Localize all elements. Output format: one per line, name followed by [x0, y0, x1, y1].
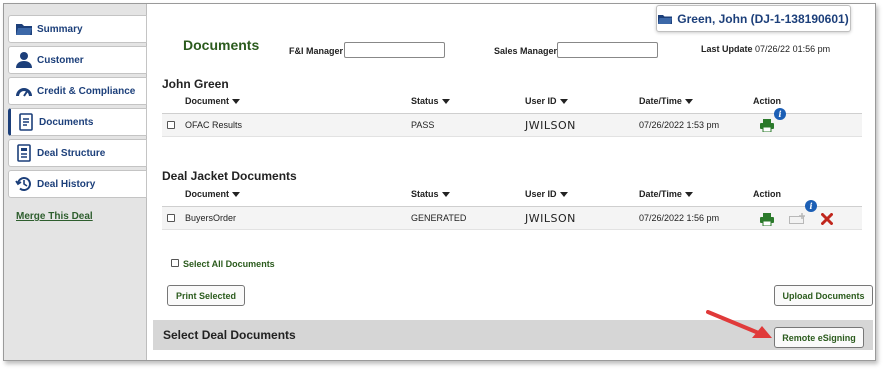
column-action: Action [753, 189, 781, 199]
sort-caret-icon [684, 99, 693, 105]
sidebar-item-summary[interactable]: Summary [8, 15, 147, 43]
sidebar-item-label: Customer [37, 54, 84, 66]
column-status[interactable]: Status [411, 189, 450, 199]
table-header: Document Status User ID Date/Time Action [162, 189, 862, 204]
sidebar-item-customer[interactable]: Customer [8, 46, 147, 74]
print-icon[interactable] [760, 213, 774, 226]
select-all-checkbox[interactable] [171, 259, 179, 267]
sales-manager-field[interactable] [557, 42, 658, 58]
remote-esigning-button[interactable]: Remote eSigning [774, 327, 864, 348]
document-status: GENERATED [411, 213, 467, 223]
column-user-id[interactable]: User ID [525, 189, 568, 199]
sidebar: Summary Customer Credit & Compliance Doc… [4, 4, 147, 360]
table-row: BuyersOrder GENERATED JWILSON 07/26/2022… [162, 200, 862, 230]
page-title: Documents [183, 37, 260, 53]
deal-chip-label: Green, John (DJ-1-138190601) [677, 11, 849, 26]
sort-caret-icon [441, 192, 450, 198]
footer-title: Select Deal Documents [163, 328, 296, 342]
user-id: JWILSON [525, 212, 576, 225]
sidebar-item-label: Documents [39, 116, 94, 128]
last-update-value: 07/26/22 01:56 pm [755, 44, 831, 54]
sort-caret-icon [232, 192, 241, 198]
table-row: OFAC Results PASS JWILSON 07/26/2022 1:5… [162, 108, 862, 137]
sort-caret-icon [441, 99, 450, 105]
merge-deal-link[interactable]: Merge This Deal [16, 211, 93, 222]
column-user-id[interactable]: User ID [525, 96, 568, 106]
section-title-john-green: John Green [162, 77, 229, 91]
sidebar-item-label: Credit & Compliance [37, 85, 136, 97]
document-status: PASS [411, 120, 435, 130]
person-icon [16, 52, 32, 68]
select-all-label[interactable]: Select All Documents [183, 259, 275, 269]
app-frame: Summary Customer Credit & Compliance Doc… [3, 3, 876, 361]
info-icon[interactable]: i [774, 108, 786, 120]
deal-chip[interactable]: Green, John (DJ-1-138190601) [656, 5, 851, 32]
fi-manager-label: F&I Manager [289, 46, 344, 56]
user-id: JWILSON [525, 119, 576, 132]
add-document-icon[interactable] [789, 213, 806, 225]
sort-caret-icon [559, 192, 568, 198]
sort-caret-icon [684, 192, 693, 198]
gauge-icon [16, 88, 32, 97]
last-update: Last Update 07/26/22 01:56 pm [701, 44, 830, 54]
delete-icon[interactable] [821, 213, 833, 225]
sidebar-item-documents[interactable]: Documents [8, 108, 147, 136]
info-icon[interactable]: i [805, 200, 817, 212]
document-name: OFAC Results [185, 120, 243, 130]
document-icon [19, 113, 33, 131]
sort-caret-icon [559, 99, 568, 105]
document-name: BuyersOrder [185, 213, 237, 223]
structure-icon [17, 144, 31, 162]
last-update-label: Last Update [701, 44, 753, 54]
sidebar-item-deal-structure[interactable]: Deal Structure [8, 139, 147, 167]
row-checkbox[interactable] [167, 214, 175, 222]
row-checkbox[interactable] [167, 121, 175, 129]
upload-documents-button[interactable]: Upload Documents [774, 285, 873, 306]
table-header: Document Status User ID Date/Time Action [162, 96, 862, 111]
sidebar-item-label: Summary [37, 23, 83, 35]
sales-manager-label: Sales Manager [494, 46, 558, 56]
sidebar-item-label: Deal History [37, 178, 96, 190]
column-document[interactable]: Document [185, 189, 241, 199]
document-datetime: 07/26/2022 1:56 pm [639, 213, 720, 223]
sidebar-item-credit-compliance[interactable]: Credit & Compliance [8, 77, 147, 105]
sort-caret-icon [232, 99, 241, 105]
column-status[interactable]: Status [411, 96, 450, 106]
documents-panel: Green, John (DJ-1-138190601) Documents F… [148, 4, 875, 360]
column-datetime[interactable]: Date/Time [639, 96, 693, 106]
folder-icon [16, 24, 32, 35]
document-datetime: 07/26/2022 1:53 pm [639, 120, 720, 130]
history-icon [15, 177, 31, 192]
sidebar-item-label: Deal Structure [37, 147, 106, 159]
column-action: Action [753, 96, 781, 106]
fi-manager-field[interactable] [344, 42, 445, 58]
column-document[interactable]: Document [185, 96, 241, 106]
print-selected-button[interactable]: Print Selected [167, 285, 245, 306]
section-title-deal-jacket: Deal Jacket Documents [162, 169, 297, 183]
folder-icon [658, 14, 673, 24]
print-icon[interactable] [760, 119, 774, 132]
red-arrow-annotation [706, 310, 772, 338]
sidebar-item-deal-history[interactable]: Deal History [8, 170, 147, 198]
column-datetime[interactable]: Date/Time [639, 189, 693, 199]
